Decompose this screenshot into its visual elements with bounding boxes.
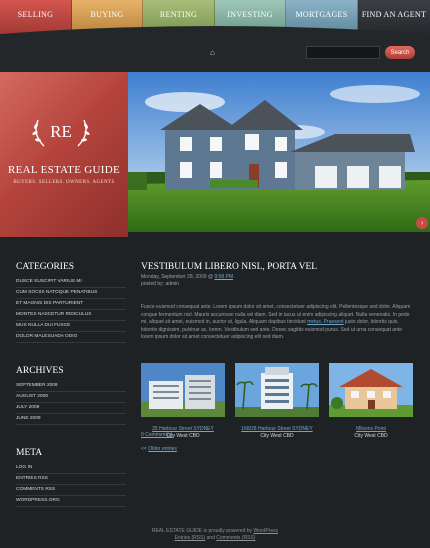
meta-link[interactable]: WORDPRESS.ORG [16, 496, 126, 507]
site-title[interactable]: REAL ESTATE GUIDE [0, 164, 128, 176]
categories-heading: CATEGORIES [16, 262, 75, 272]
post-time-link[interactable]: 9:58 PM [214, 274, 233, 280]
older-entries: << Older entries [141, 446, 416, 452]
meta-link[interactable]: LOG IN [16, 463, 126, 474]
hero-house-image [125, 72, 430, 232]
search-input[interactable] [306, 46, 380, 59]
home-icon[interactable]: ⌂ [210, 49, 218, 57]
category-link[interactable]: MUS NULLA DUI FUSCE [16, 321, 126, 332]
post-body-link[interactable]: metus. Praesent [307, 319, 343, 325]
listing-card[interactable]: 168/28 Harbour Street SYDNEY City West C… [235, 363, 319, 439]
category-link[interactable]: CUM SOCIIS NATOQUE PENATIBUS [16, 288, 126, 299]
post-footer: 0 Comment(s) << Older entries [141, 432, 416, 452]
listing-photo-house[interactable] [329, 363, 413, 417]
main-content: VESTIBULUM LIBERO NISL, PORTA VEL Monday… [141, 262, 416, 452]
meta-link[interactable]: COMMENTS RSS [16, 485, 126, 496]
archives-heading: ARCHIVES [16, 366, 64, 376]
post-meta: Monday, September 28, 2009 @ 9:58 PM pos… [141, 274, 416, 288]
category-link[interactable]: MONTES NASCETUR RIDICULUS [16, 310, 126, 321]
category-link[interactable]: DOLOR MALESUADA ODIO [16, 332, 126, 343]
footer-line-2: Entries (RSS) and Comments (RSS) [0, 535, 430, 542]
archives-list: SEPTEMBER 2009 AUGUST 2009 JULY 2009 JUN… [16, 381, 126, 425]
brand-panel: RE REAL ESTATE GUIDE BUYERS. SELLERS. OW… [0, 72, 128, 237]
listing-card[interactable]: 25 Harbour Street SYDNEY City West CBD [141, 363, 225, 439]
listing-card[interactable]: Milsons Point City West CBD [329, 363, 413, 439]
meta-link[interactable]: ENTRIES RSS [16, 474, 126, 485]
post-date: Monday, September 28, 2009 @ [141, 274, 213, 280]
post-author: posted by: admin [141, 281, 180, 287]
listing-photo-tower[interactable] [235, 363, 319, 417]
search-button[interactable]: Search [385, 46, 415, 59]
wordpress-link[interactable]: WordPress [253, 528, 278, 534]
post-title[interactable]: VESTIBULUM LIBERO NISL, PORTA VEL [141, 262, 416, 272]
archive-link[interactable]: AUGUST 2009 [16, 392, 126, 403]
comments-rss-link[interactable]: Comments (RSS) [216, 535, 255, 541]
logo-monogram: RE [50, 122, 72, 141]
meta-list: LOG IN ENTRIES RSS COMMENTS RSS WORDPRES… [16, 463, 126, 507]
next-slide-icon[interactable]: › [416, 217, 428, 229]
categories-list: DUSCE SUSCIPIT VARIUS MI CUM SOCIIS NATO… [16, 277, 126, 343]
sidebar: CATEGORIES DUSCE SUSCIPIT VARIUS MI CUM … [16, 262, 126, 530]
older-entries-link[interactable]: Older entries [148, 446, 177, 452]
archive-link[interactable]: SEPTEMBER 2009 [16, 381, 126, 392]
meta-heading: META [16, 448, 43, 458]
category-link[interactable]: DUSCE SUSCIPIT VARIUS MI [16, 277, 126, 288]
listing-photo-apartments[interactable] [141, 363, 225, 417]
footer-line-1: REAL ESTATE GUIDE is proudly powered by … [0, 528, 430, 535]
archive-link[interactable]: JULY 2009 [16, 403, 126, 414]
comments-link[interactable]: 0 Comment(s) [141, 432, 416, 438]
older-arrow: << [141, 446, 147, 452]
post-body: Fusce euismod consequat ante. Lorem ipsu… [141, 304, 414, 342]
footer-powered-text: is proudly powered by [203, 528, 253, 534]
hero-banner: RE REAL ESTATE GUIDE BUYERS. SELLERS. OW… [0, 72, 430, 237]
footer-site-name: REAL ESTATE GUIDE [151, 528, 203, 534]
top-bar: ⌂ Search [0, 34, 430, 72]
archive-link[interactable]: JUNE 2009 [16, 414, 126, 425]
entries-rss-link[interactable]: Entries (RSS) [175, 535, 206, 541]
category-link[interactable]: ET MAGNIS DIS PARTURIENT [16, 299, 126, 310]
laurel-logo-icon: RE [32, 119, 90, 147]
footer-and-text: and [206, 535, 215, 541]
site-footer: REAL ESTATE GUIDE is proudly powered by … [0, 528, 430, 542]
site-tagline: BUYERS. SELLERS. OWNERS. AGENTS [13, 180, 115, 185]
